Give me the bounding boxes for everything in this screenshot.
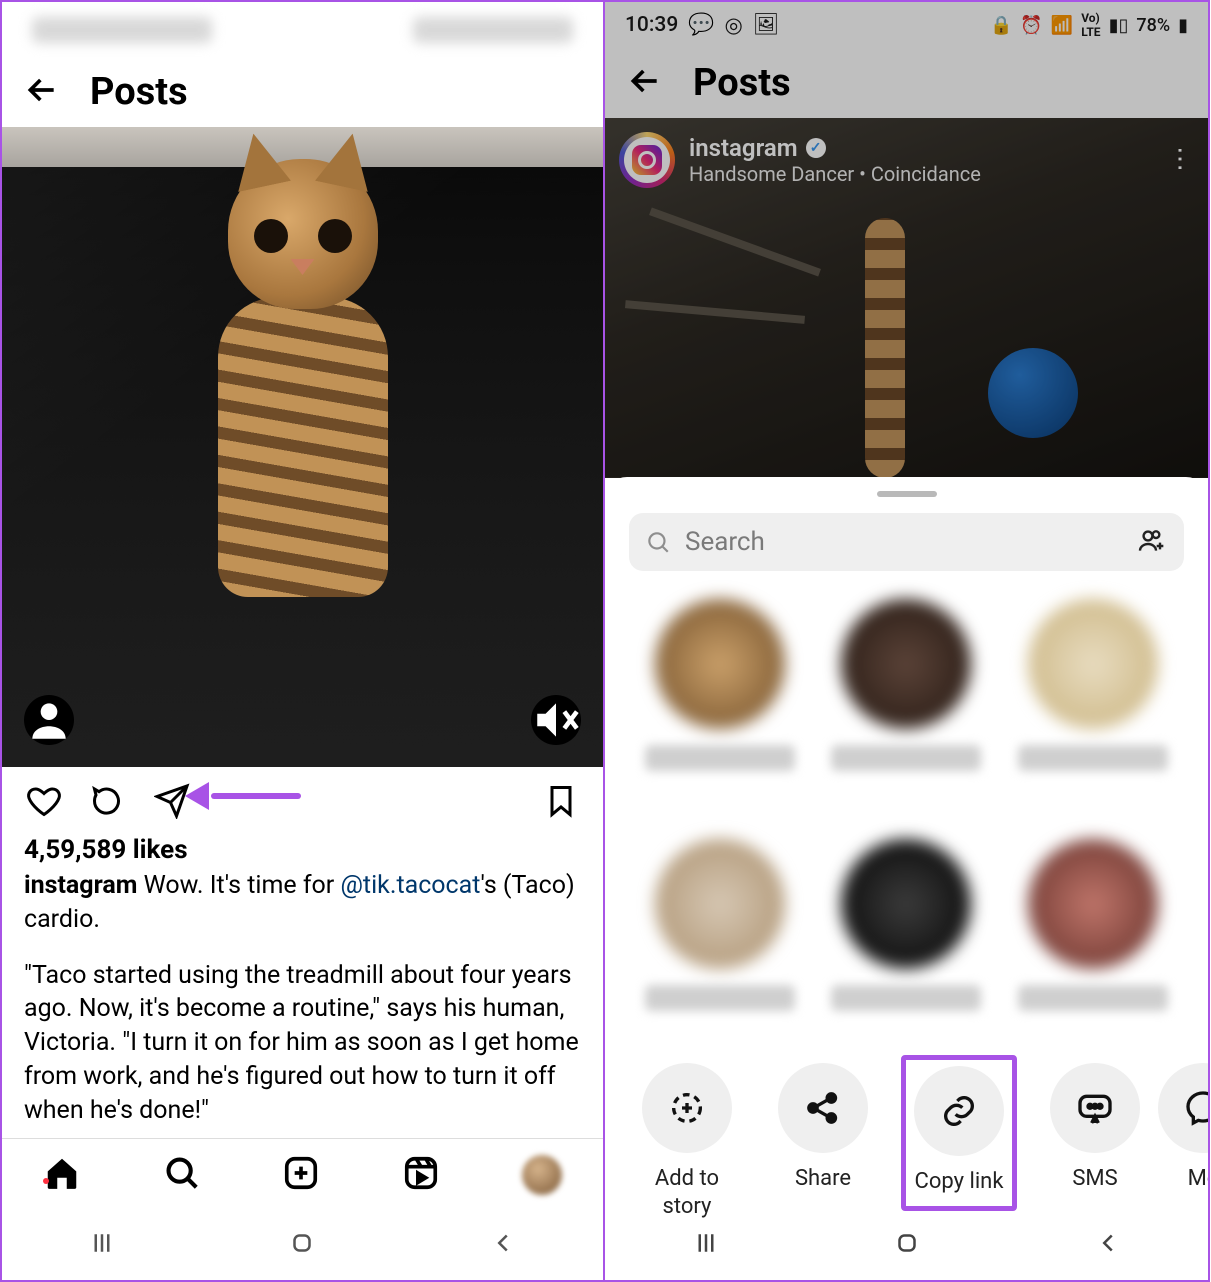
status-image-icon: 🖼 — [753, 13, 780, 37]
search-field[interactable]: Search — [629, 513, 1184, 571]
status-alarm-icon: ⏰ — [1020, 15, 1042, 36]
home-button[interactable] — [892, 1228, 922, 1262]
android-nav-bar — [2, 1218, 603, 1272]
caption-username[interactable]: instagram — [24, 871, 137, 900]
status-wifi-icon: 📶 — [1051, 15, 1073, 36]
share-messenger-button[interactable]: Me — [1173, 1063, 1208, 1193]
status-time: 10:39 — [625, 13, 678, 37]
post-header-overlay: instagram Handsome Dancer • Coincidance … — [619, 132, 1194, 188]
status-volte-icon: Vo)LTE — [1081, 11, 1100, 39]
likes-count[interactable]: 4,59,589 likes — [2, 829, 603, 865]
caption-body: "Taco started using the treadmill about … — [24, 959, 581, 1128]
status-signal-icon: ▮▯ — [1109, 15, 1129, 36]
nav-create-icon[interactable] — [282, 1154, 320, 1196]
contact-item[interactable] — [1002, 599, 1184, 803]
annotation-arrow — [191, 787, 301, 803]
post-media-video[interactable] — [2, 127, 603, 767]
recents-button[interactable] — [691, 1228, 721, 1262]
share-contacts-grid — [605, 571, 1208, 1053]
audio-attribution[interactable]: Handsome Dancer • Coincidance — [689, 162, 981, 186]
home-button[interactable] — [287, 1228, 317, 1262]
post-media-video[interactable]: instagram Handsome Dancer • Coincidance … — [605, 118, 1208, 478]
cat-illustration — [183, 159, 423, 599]
nav-reels-icon[interactable] — [402, 1154, 440, 1196]
share-copy-link-button[interactable]: Copy link — [901, 1055, 1017, 1211]
blurred-status-bar — [2, 2, 603, 57]
verified-badge-icon — [806, 138, 826, 158]
author-avatar[interactable] — [619, 132, 675, 188]
share-options-row: Add to story Share Copy link SMS Me — [605, 1053, 1208, 1220]
bottom-nav — [2, 1138, 603, 1210]
post-action-row — [2, 767, 603, 829]
bookmark-icon[interactable] — [541, 781, 581, 821]
create-group-icon[interactable] — [1136, 524, 1168, 560]
contact-item[interactable] — [629, 839, 811, 1043]
back-button[interactable] — [1093, 1228, 1123, 1262]
recents-button[interactable] — [87, 1228, 117, 1262]
phone-left-screenshot: Posts — [0, 0, 605, 1282]
status-lock-icon: 🔒 — [990, 15, 1012, 36]
android-nav-bar — [605, 1218, 1208, 1272]
search-placeholder: Search — [685, 527, 1122, 557]
page-title: Posts — [90, 70, 188, 114]
back-arrow-icon[interactable] — [625, 61, 665, 105]
post-caption[interactable]: instagram Wow. It's time for @tik.tacoca… — [2, 865, 603, 1147]
status-chat-icon: 💬 — [688, 13, 714, 37]
status-bar: 10:39 💬 ◎ 🖼 🔒 ⏰ 📶 Vo)LTE ▮▯ 78% ▮ — [605, 2, 1208, 48]
caption-mention[interactable]: @tik.tacocat — [340, 871, 480, 900]
status-ig-icon: ◎ — [724, 13, 742, 38]
nav-profile-avatar[interactable] — [522, 1155, 562, 1195]
status-battery-icon: ▮ — [1178, 15, 1188, 36]
share-sms-button[interactable]: SMS — [1037, 1063, 1153, 1193]
share-bottom-sheet: Search Add to story Share C — [605, 477, 1208, 1280]
status-battery-text: 78% — [1136, 15, 1170, 36]
mute-icon[interactable] — [531, 695, 581, 745]
like-heart-icon[interactable] — [24, 781, 64, 821]
instagram-logo-icon — [632, 145, 662, 175]
posts-header: Posts — [605, 48, 1208, 118]
search-icon — [645, 529, 671, 555]
phone-right-screenshot: 10:39 💬 ◎ 🖼 🔒 ⏰ 📶 Vo)LTE ▮▯ 78% ▮ Posts — [605, 0, 1210, 1282]
nav-search-icon[interactable] — [163, 1154, 201, 1196]
author-username[interactable]: instagram — [689, 134, 798, 162]
posts-header: Posts — [2, 57, 603, 127]
sheet-grab-handle[interactable] — [877, 491, 937, 497]
back-arrow-icon[interactable] — [22, 70, 62, 114]
back-button[interactable] — [488, 1228, 518, 1262]
share-generic-button[interactable]: Share — [765, 1063, 881, 1193]
comment-bubble-icon[interactable] — [88, 781, 128, 821]
tagged-people-icon[interactable] — [24, 695, 74, 745]
share-add-to-story-button[interactable]: Add to story — [629, 1063, 745, 1220]
more-options-icon[interactable]: ⋯ — [1165, 146, 1195, 174]
contact-item[interactable] — [1002, 839, 1184, 1043]
contact-item[interactable] — [815, 839, 997, 1043]
contact-item[interactable] — [629, 599, 811, 803]
nav-home-icon[interactable] — [43, 1154, 81, 1196]
contact-item[interactable] — [815, 599, 997, 803]
page-title: Posts — [693, 61, 791, 105]
